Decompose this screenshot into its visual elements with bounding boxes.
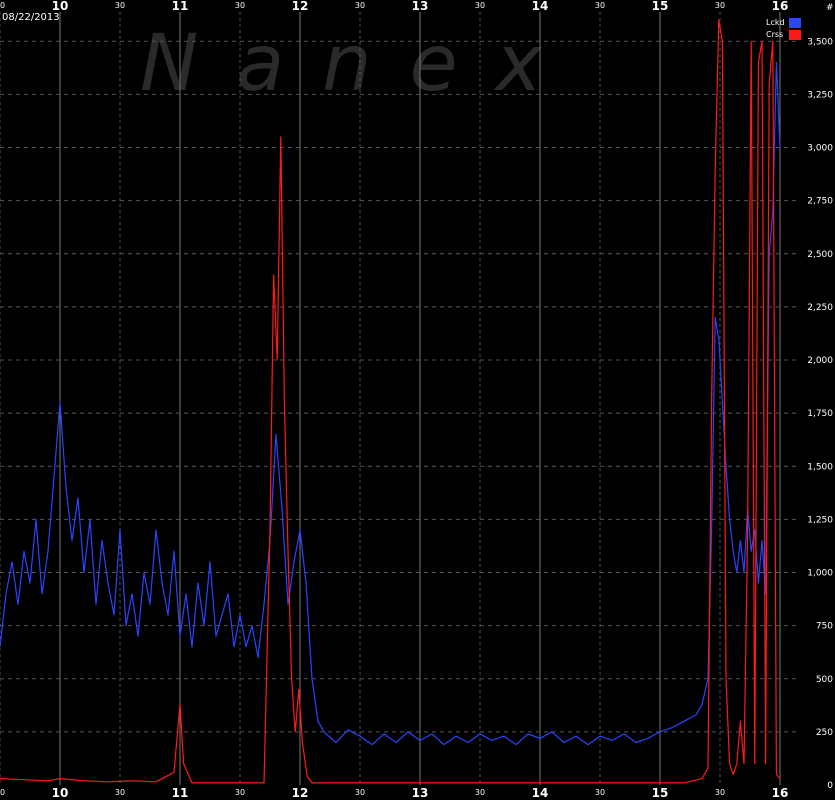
x-tick-label-top: 14 bbox=[532, 0, 549, 13]
x-tick-label-bottom: 15 bbox=[652, 786, 669, 800]
y-tick-label: 3,250 bbox=[807, 90, 833, 100]
x-tick-label-top: 30 bbox=[595, 1, 605, 10]
x-tick-label-bottom: 10 bbox=[52, 786, 69, 800]
x-tick-label-bottom: 30 bbox=[715, 788, 725, 797]
x-tick-label-bottom: 30 bbox=[0, 788, 5, 797]
x-tick-label-bottom: 12 bbox=[292, 786, 309, 800]
chart-background bbox=[0, 0, 835, 800]
x-tick-label-bottom: 14 bbox=[532, 786, 549, 800]
x-tick-label-top: 30 bbox=[0, 1, 5, 10]
x-tick-label-bottom: 30 bbox=[355, 788, 365, 797]
x-tick-label-top: 13 bbox=[412, 0, 429, 13]
x-tick-label-top: 16 bbox=[772, 0, 789, 13]
x-tick-label-bottom: 16 bbox=[772, 786, 789, 800]
legend-swatch bbox=[789, 30, 801, 40]
legend-label: Lckd bbox=[766, 18, 785, 27]
y-tick-label: 2,000 bbox=[807, 356, 833, 366]
y-tick-label: 2,250 bbox=[807, 303, 833, 313]
x-tick-label-top: 30 bbox=[355, 1, 365, 10]
x-tick-label-bottom: 13 bbox=[412, 786, 429, 800]
x-tick-label-top: 15 bbox=[652, 0, 669, 13]
x-tick-label-top: 30 bbox=[115, 1, 125, 10]
x-tick-label-bottom: 30 bbox=[115, 788, 125, 797]
x-tick-label-bottom: 11 bbox=[172, 786, 189, 800]
y-tick-label: 1,000 bbox=[807, 569, 833, 579]
x-tick-label-top: 11 bbox=[172, 0, 189, 13]
y-tick-label: 2,500 bbox=[807, 250, 833, 260]
y-tick-label: 750 bbox=[816, 622, 833, 632]
y-tick-label: 1,250 bbox=[807, 515, 833, 525]
y-tick-label: 2,750 bbox=[807, 197, 833, 207]
y-tick-label: 500 bbox=[816, 675, 833, 685]
y-tick-label: 1,500 bbox=[807, 462, 833, 472]
date-label: 08/22/2013 bbox=[2, 12, 60, 23]
x-tick-label-bottom: 30 bbox=[235, 788, 245, 797]
y-tick-label: 250 bbox=[816, 728, 833, 738]
x-tick-label-top: 30 bbox=[715, 1, 725, 10]
x-tick-label-top: 30 bbox=[475, 1, 485, 10]
legend-swatch bbox=[789, 18, 801, 28]
x-tick-label-bottom: 30 bbox=[475, 788, 485, 797]
x-tick-label-top: 30 bbox=[235, 1, 245, 10]
y-tick-label: 3,500 bbox=[807, 37, 833, 47]
x-tick-label-bottom: 30 bbox=[595, 788, 605, 797]
unit-label: # bbox=[826, 3, 834, 13]
y-tick-label: 3,000 bbox=[807, 144, 833, 154]
time-series-chart: Nanex 3010301130123013301430153016 30103… bbox=[0, 0, 835, 800]
y-tick-label: 1,750 bbox=[807, 409, 833, 419]
legend-label: Crss bbox=[766, 30, 783, 39]
x-tick-label-top: 12 bbox=[292, 0, 309, 13]
y-tick-label: 0 bbox=[827, 781, 833, 791]
